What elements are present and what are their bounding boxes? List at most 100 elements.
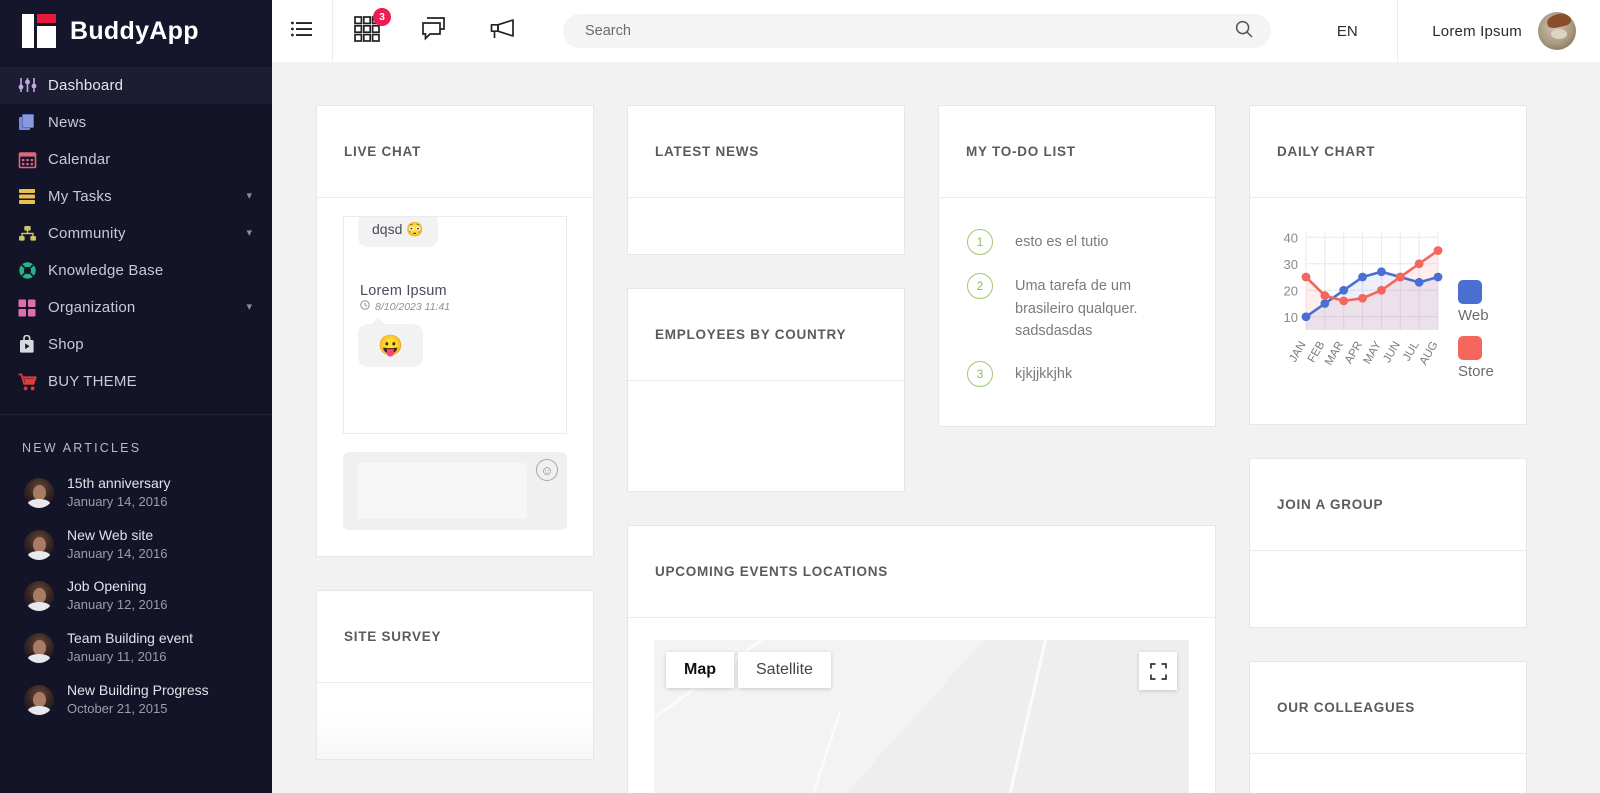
- chat-message-list[interactable]: dqsd 😳 Lorem Ipsum 8/10/2023 11:41 😛: [343, 216, 567, 434]
- todo-number: 1: [967, 229, 993, 255]
- svg-text:JAN: JAN: [1287, 340, 1308, 365]
- avatar: [24, 581, 54, 612]
- todo-text: esto es el tutio: [1015, 234, 1109, 250]
- new-articles-list: 15th anniversary January 14, 2016 New We…: [0, 467, 272, 726]
- legend-swatch: [1458, 336, 1482, 360]
- messages-button[interactable]: [401, 0, 469, 62]
- sidebar-item-label: My Tasks: [48, 188, 112, 205]
- sidebar-item-my-tasks[interactable]: My Tasks ▾: [0, 178, 272, 215]
- sliders-icon: [18, 77, 48, 94]
- tasks-list-icon: [18, 188, 48, 205]
- sidebar-item-knowledge-base[interactable]: Knowledge Base: [0, 252, 272, 289]
- sidebar-item-label: Knowledge Base: [48, 262, 164, 279]
- card-title: SITE SURVEY: [344, 629, 442, 644]
- sidebar-item-news[interactable]: News: [0, 104, 272, 141]
- chat-composer[interactable]: ☺: [343, 452, 567, 530]
- svg-text:40: 40: [1284, 230, 1298, 245]
- card-title: UPCOMING EVENTS LOCATIONS: [655, 564, 889, 579]
- chat-bubbles-icon: [422, 16, 448, 46]
- search-icon[interactable]: [1235, 20, 1253, 43]
- grid-squares-icon: [18, 299, 48, 317]
- list-item[interactable]: 3 kjkjjkkjhk: [965, 352, 1189, 396]
- our-colleagues-body: [1250, 754, 1526, 793]
- map-type-toggle: Map Satellite: [666, 652, 831, 688]
- card-header: EMPLOYEES BY COUNTRY: [628, 289, 904, 381]
- card-title: EMPLOYEES BY COUNTRY: [655, 327, 847, 342]
- legend-swatch: [1458, 280, 1482, 304]
- shop-bag-icon: [18, 335, 48, 354]
- search-box[interactable]: [563, 14, 1272, 48]
- board-column-1: LIVE CHAT dqsd 😳 Lorem Ipsum 8/10/2023 1…: [316, 105, 594, 793]
- legend-entry-web: Web: [1458, 280, 1494, 324]
- list-item[interactable]: New Web site January 14, 2016: [0, 519, 272, 571]
- latest-news-body: [628, 198, 904, 254]
- main-region: 3 Search EN Lorem Ipsum LIVE CHAT dqsd 😳…: [272, 0, 1600, 793]
- sidebar: BuddyApp Dashboard News Calendar My Task…: [0, 0, 272, 793]
- menu-toggle-button[interactable]: [272, 0, 332, 62]
- chevron-down-icon[interactable]: ▾: [246, 228, 252, 239]
- smiley-icon[interactable]: ☺: [536, 459, 558, 481]
- new-articles-heading: NEW ARTICLES: [0, 414, 272, 467]
- sidebar-item-label: News: [48, 114, 87, 131]
- article-title: 15th anniversary: [67, 475, 171, 491]
- chevron-down-icon[interactable]: ▾: [246, 191, 252, 202]
- map-tab-map[interactable]: Map: [666, 652, 734, 688]
- svg-text:JUN: JUN: [1381, 340, 1403, 365]
- user-menu[interactable]: Lorem Ipsum: [1398, 12, 1600, 50]
- list-item[interactable]: 2 Uma tarefa de um brasileiro qualquer. …: [965, 264, 1189, 352]
- chat-timestamp: 8/10/2023 11:41: [375, 300, 451, 313]
- sidebar-item-dashboard[interactable]: Dashboard: [0, 67, 272, 104]
- todo-list: 1 esto es el tutio 2 Uma tarefa de um br…: [939, 198, 1215, 426]
- list-item[interactable]: Team Building event January 11, 2016: [0, 622, 272, 674]
- svg-text:AUG: AUG: [1418, 339, 1441, 367]
- avatar: [24, 529, 54, 560]
- sidebar-item-organization[interactable]: Organization ▾: [0, 289, 272, 326]
- daily-chart-card: DAILY CHART 10 20 30 40 JAN FEB MAR APR MAY JUN JU…: [1249, 105, 1527, 425]
- apps-grid-icon: 3: [354, 7, 391, 47]
- todo-text: Uma tarefa de um brasileiro qualquer. sa…: [1015, 278, 1138, 340]
- chevron-down-icon[interactable]: ▾: [246, 302, 252, 313]
- card-title: OUR COLLEAGUES: [1277, 700, 1416, 715]
- sidebar-item-label: BUY THEME: [48, 373, 137, 390]
- sidebar-nav: Dashboard News Calendar My Tasks ▾ Commu…: [0, 62, 272, 400]
- sidebar-item-buy-theme[interactable]: BUY THEME: [0, 363, 272, 400]
- map-canvas[interactable]: Map Satellite: [654, 640, 1189, 793]
- sidebar-item-label: Community: [48, 225, 126, 242]
- sidebar-item-community[interactable]: Community ▾: [0, 215, 272, 252]
- map-tab-satellite[interactable]: Satellite: [738, 652, 831, 688]
- brand-name: BuddyApp: [70, 16, 199, 45]
- sidebar-item-label: Calendar: [48, 151, 111, 168]
- list-item[interactable]: 15th anniversary January 14, 2016: [0, 467, 272, 519]
- brand-logo[interactable]: BuddyApp: [0, 0, 272, 62]
- sitemap-icon: [18, 225, 48, 242]
- legend-entry-store: Store: [1458, 336, 1494, 380]
- todo-card: MY TO-DO LIST 1 esto es el tutio 2 Uma t…: [938, 105, 1216, 427]
- sidebar-item-label: Organization: [48, 299, 136, 316]
- sidebar-item-label: Shop: [48, 336, 84, 353]
- announcements-button[interactable]: [469, 0, 537, 62]
- sidebar-item-calendar[interactable]: Calendar: [0, 141, 272, 178]
- shopping-cart-icon: [18, 373, 48, 391]
- fullscreen-icon[interactable]: [1139, 652, 1177, 690]
- chat-bubble-clipped: dqsd 😳: [358, 217, 438, 247]
- megaphone-icon: [489, 18, 517, 45]
- todo-text: kjkjjkkjhk: [1015, 365, 1073, 382]
- list-item[interactable]: 1 esto es el tutio: [965, 220, 1189, 264]
- chart-legend: Web Store: [1444, 218, 1494, 380]
- sidebar-item-label: Dashboard: [48, 77, 124, 94]
- chat-input[interactable]: [357, 463, 527, 519]
- svg-text:MAR: MAR: [1323, 340, 1346, 368]
- search-input[interactable]: [585, 23, 1236, 39]
- list-item[interactable]: Job Opening January 12, 2016: [0, 570, 272, 622]
- apps-button[interactable]: 3: [333, 0, 401, 62]
- todo-number: 3: [967, 360, 993, 387]
- language-selector[interactable]: EN: [1297, 23, 1397, 40]
- chat-bubble-emoji: 😛: [358, 318, 423, 367]
- employees-by-country-body: [628, 381, 904, 491]
- svg-text:20: 20: [1284, 283, 1298, 298]
- list-item[interactable]: New Building Progress October 21, 2015: [0, 674, 272, 726]
- sidebar-item-shop[interactable]: Shop: [0, 326, 272, 363]
- svg-text:30: 30: [1284, 257, 1298, 272]
- latest-news-card: LATEST NEWS: [627, 105, 905, 255]
- search-region: [537, 14, 1297, 48]
